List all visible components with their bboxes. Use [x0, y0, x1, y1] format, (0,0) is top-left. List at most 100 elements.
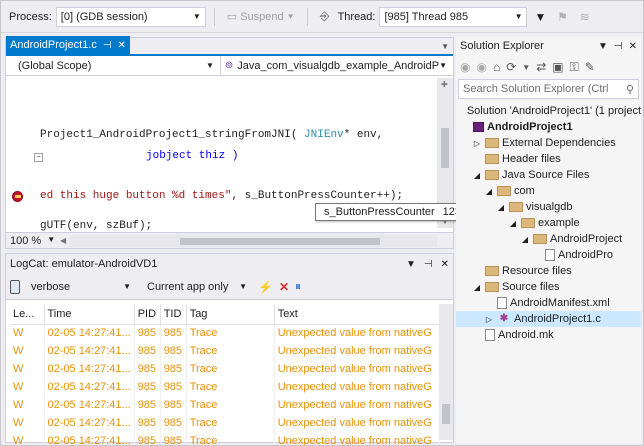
log-level-value: verbose	[31, 280, 71, 293]
thread-dropdown[interactable]: [985] Thread 985 ▼	[379, 6, 528, 27]
table-row[interactable]: W 02-05 14:27:41... 985 985 Trace Unexpected …	[10, 324, 441, 342]
tree-node[interactable]: ◢ Source files	[456, 279, 641, 295]
collapse-toggle[interactable]: −	[34, 153, 43, 162]
table-cell-pid: 985	[134, 360, 161, 378]
flag-icon[interactable]: ⚑	[553, 8, 571, 26]
tree-node[interactable]: AndroidManifest.xml	[456, 295, 641, 311]
close-icon[interactable]: ✕	[441, 259, 449, 270]
pin-icon[interactable]: ⊣	[424, 259, 433, 270]
table-cell-pid: 985	[134, 378, 161, 396]
table-cell-tid: 985	[160, 342, 187, 360]
tree-node[interactable]: ▷ External Dependencies	[456, 135, 641, 151]
tree-node[interactable]: ▷ ✱ AndroidProject1.c	[456, 311, 641, 327]
scrollbar-thumb[interactable]	[442, 404, 450, 424]
horizontal-scroll-track[interactable]	[70, 234, 437, 247]
table-row[interactable]: W 02-05 14:27:41... 985 985 Trace Unexpected …	[10, 396, 441, 414]
chevron-down-icon[interactable]: ▼	[522, 63, 530, 72]
table-cell-text: Unexpected value from nativeG	[274, 342, 441, 360]
filter-icon[interactable]: ▼	[531, 8, 549, 26]
logcat-table: Le... Time PID TID Tag Text W 02-05 14:27…	[10, 304, 441, 445]
tree-node[interactable]: AndroidPro	[456, 247, 641, 263]
tab-androidproject1-c[interactable]: AndroidProject1.c ⊣ ✕	[6, 36, 130, 54]
tree-node[interactable]: ◢ AndroidProject	[456, 231, 641, 247]
datatip-variable-name: s_ButtonPressCounter	[324, 206, 435, 218]
table-row[interactable]: W 02-05 14:27:41... 985 985 Trace Unexpected …	[10, 360, 441, 378]
function-scope-dropdown[interactable]: ⊚ Java_com_visualgdb_example_AndroidP ▼	[221, 56, 453, 75]
column-header[interactable]: PID	[134, 304, 161, 325]
sync-icon[interactable]: ⟳	[506, 60, 516, 74]
table-row[interactable]: W 02-05 14:27:41... 985 985 Trace Unexpected …	[10, 432, 441, 445]
table-cell-tag: Trace	[186, 396, 275, 414]
scrollbar-thumb[interactable]	[441, 128, 449, 168]
tab-title: AndroidProject1.c	[10, 39, 97, 51]
tree-node-label: AndroidManifest.xml	[510, 297, 610, 309]
tree-node[interactable]: Android.mk	[456, 327, 641, 343]
collapse-all-icon[interactable]: ▣	[552, 60, 563, 74]
separator	[306, 7, 308, 26]
pin-icon[interactable]: ⊣	[103, 40, 112, 51]
tree-node[interactable]: ◢ com	[456, 183, 641, 199]
pin-icon[interactable]: ⊣	[614, 41, 623, 52]
file-icon	[545, 249, 555, 261]
debug-toolbar: Process: [0] (GDB session) ▼ ▭ Suspend ▼…	[1, 1, 643, 33]
stack-frame-icon[interactable]: ≋	[575, 8, 593, 26]
tree-node[interactable]: AndroidProject1	[456, 119, 641, 135]
refresh-icon[interactable]: ⇄	[536, 60, 546, 74]
table-cell-time: 02-05 14:27:41...	[44, 324, 135, 342]
table-cell-text: Unexpected value from nativeG	[274, 432, 441, 445]
back-icon[interactable]: ◉	[460, 60, 470, 74]
table-cell-level: W	[10, 342, 45, 360]
column-header[interactable]: Tag	[186, 304, 275, 325]
close-icon[interactable]: ✕	[629, 41, 637, 52]
log-level-dropdown[interactable]: verbose ▼	[26, 278, 136, 296]
collapse-icon[interactable]: ◢	[496, 203, 506, 212]
pause-icon[interactable]: ⏸	[295, 279, 301, 294]
chevron-down-icon[interactable]: ▼	[441, 42, 453, 51]
chevron-down-icon[interactable]: ▼	[406, 259, 416, 270]
tree-node[interactable]: ◢ Java Source Files	[456, 167, 641, 183]
split-icon[interactable]: ✚	[441, 80, 448, 89]
suspend-button[interactable]: ▭ Suspend ▼	[223, 10, 299, 24]
folder-icon	[485, 170, 499, 180]
process-value: [0] (GDB session)	[60, 10, 148, 23]
expand-icon[interactable]: ▷	[472, 139, 482, 148]
editor-horizontal-scrollbar: 100 % ▼ ◀	[6, 232, 453, 248]
solution-search-input[interactable]: Search Solution Explorer (Ctrl ⚲	[458, 79, 639, 99]
close-icon[interactable]: ✕	[118, 40, 126, 51]
tree-node[interactable]: ◢ visualgdb	[456, 199, 641, 215]
column-header[interactable]: Le...	[10, 304, 45, 325]
tree-node[interactable]: ◢ example	[456, 215, 641, 231]
process-dropdown[interactable]: [0] (GDB session) ▼	[55, 6, 206, 27]
column-header[interactable]: Time	[44, 304, 135, 325]
table-row[interactable]: W 02-05 14:27:41... 985 985 Trace Unexpected …	[10, 414, 441, 432]
breakpoint-icon[interactable]	[12, 191, 23, 202]
collapse-icon[interactable]: ◢	[508, 219, 518, 228]
logcat-vertical-scrollbar[interactable]	[439, 304, 453, 440]
properties-icon[interactable]: ⚿	[570, 60, 579, 75]
clear-filter-icon[interactable]: ⚡	[258, 280, 273, 294]
collapse-icon[interactable]: ◢	[484, 187, 494, 196]
tree-node[interactable]: Header files	[456, 151, 641, 167]
chevron-down-icon: ▼	[514, 12, 523, 21]
column-header[interactable]: TID	[160, 304, 187, 325]
table-row[interactable]: W 02-05 14:27:41... 985 985 Trace Unexpected …	[10, 342, 441, 360]
collapse-icon[interactable]: ◢	[520, 235, 530, 244]
global-scope-dropdown[interactable]: (Global Scope) ▼	[6, 56, 221, 75]
home-icon[interactable]: ⌂	[493, 60, 500, 74]
chevron-left-icon[interactable]: ◀	[56, 236, 70, 245]
collapse-icon[interactable]: ◢	[472, 171, 482, 180]
app-filter-dropdown[interactable]: Current app only ▼	[142, 278, 252, 296]
table-row[interactable]: W 02-05 14:27:41... 985 985 Trace Unexpected …	[10, 378, 441, 396]
scrollbar-thumb[interactable]	[180, 237, 381, 245]
expand-icon[interactable]: ▷	[484, 315, 494, 324]
zoom-dropdown[interactable]: 100 % ▼	[6, 235, 56, 247]
forward-icon[interactable]: ◉	[476, 60, 486, 74]
collapse-icon[interactable]: ◢	[472, 283, 482, 292]
chevron-down-icon[interactable]: ▼	[598, 41, 608, 52]
delete-icon[interactable]: ✕	[279, 280, 289, 294]
datatip-tooltip[interactable]: s_ButtonPressCounter 123	[315, 203, 461, 221]
tree-node[interactable]: Resource files	[456, 263, 641, 279]
tree-node[interactable]: Solution 'AndroidProject1' (1 project	[456, 103, 641, 119]
wrench-icon[interactable]: ✎	[585, 60, 595, 74]
column-header[interactable]: Text	[274, 304, 441, 325]
